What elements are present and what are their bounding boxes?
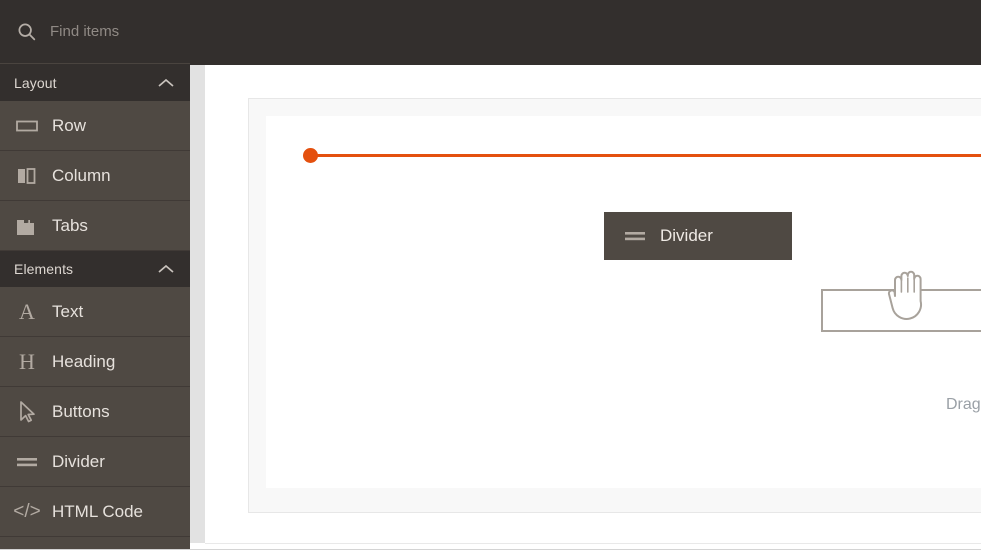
drag-ghost-divider[interactable]: Divider xyxy=(604,212,792,260)
palette-item-label: Text xyxy=(52,302,84,321)
palette-item-heading[interactable]: H Heading xyxy=(0,337,190,387)
section-title-layout: Layout xyxy=(14,75,57,91)
palette-item-text[interactable]: A Text xyxy=(0,287,190,337)
palette-item-column[interactable]: Column xyxy=(0,151,190,201)
palette-item-label: Divider xyxy=(52,452,105,471)
tabs-icon xyxy=(14,213,40,239)
palette-item-divider[interactable]: Divider xyxy=(0,437,190,487)
canvas-gutter xyxy=(190,65,205,543)
palette-item-label: HTML Code xyxy=(52,502,144,521)
divider-icon xyxy=(622,223,648,249)
row-icon xyxy=(14,113,40,139)
cursor-arrow-icon xyxy=(14,399,40,425)
section-header-elements[interactable]: Elements xyxy=(0,251,190,287)
column-icon xyxy=(14,163,40,189)
palette-item-label: Buttons xyxy=(52,402,110,421)
palette-item-label: Row xyxy=(52,116,87,135)
top-bar xyxy=(0,0,981,65)
palette-item-label: Column xyxy=(52,166,111,185)
code-icon: </> xyxy=(13,500,41,522)
palette-item-label: Heading xyxy=(52,352,116,371)
canvas-bottom-line xyxy=(205,543,981,544)
search-input[interactable] xyxy=(50,23,170,40)
palette-item-label: Tabs xyxy=(52,216,88,235)
drop-position-indicator xyxy=(311,154,981,157)
heading-h-icon: H xyxy=(19,348,35,374)
drag-ghost-label: Divider xyxy=(660,226,713,245)
text-a-icon: A xyxy=(19,298,35,324)
page-panel[interactable]: Drag con xyxy=(248,98,981,513)
chevron-up-icon[interactable] xyxy=(156,263,176,275)
editor-canvas[interactable]: Drag con xyxy=(205,65,981,543)
palette-item-buttons[interactable]: Buttons xyxy=(0,387,190,437)
drop-target-outline[interactable] xyxy=(821,289,981,332)
drop-position-handle xyxy=(303,148,318,163)
divider-icon xyxy=(14,449,40,475)
drag-hint-text: Drag con xyxy=(946,396,981,413)
palette-item-row[interactable]: Row xyxy=(0,101,190,151)
section-header-layout[interactable]: Layout xyxy=(0,65,190,101)
search-icon xyxy=(18,23,36,40)
search-bar[interactable] xyxy=(0,0,190,64)
chevron-up-icon[interactable] xyxy=(156,77,176,89)
palette-item-tabs[interactable]: Tabs xyxy=(0,201,190,251)
component-palette-sidebar: Layout Row Column Tabs Elements A Text H… xyxy=(0,65,190,543)
palette-item-html-code[interactable]: </> HTML Code xyxy=(0,487,190,537)
section-title-elements: Elements xyxy=(14,261,74,277)
